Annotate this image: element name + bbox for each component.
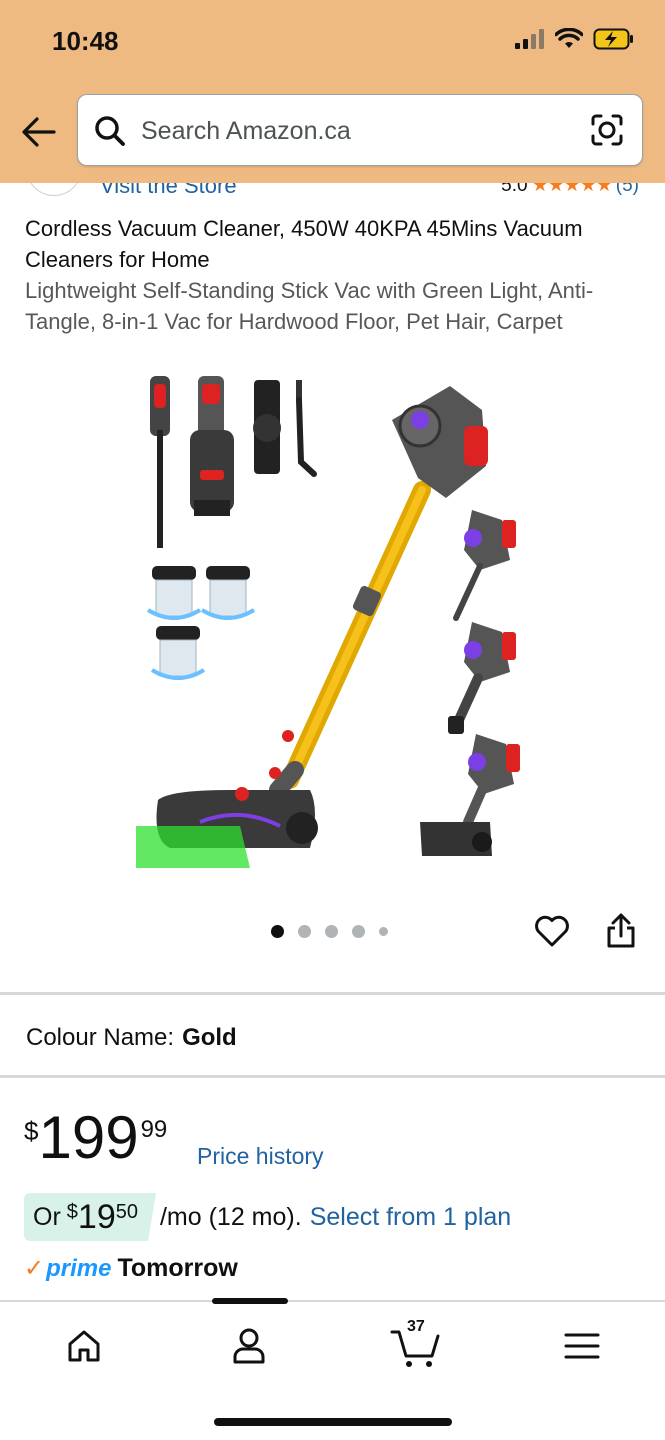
product-image[interactable] [130,370,540,870]
colour-selection: Colour Name: Gold [26,1024,237,1052]
price-currency: $ [24,1116,39,1146]
installment-prefix: Or [33,1202,61,1231]
price-history-link[interactable]: Price history [197,1143,324,1170]
status-icons [515,28,635,50]
prime-logo: prime [46,1254,112,1282]
menu-icon[interactable] [560,1324,604,1368]
prime-delivery: ✓ prime Tomorrow [24,1254,238,1283]
heart-icon[interactable] [534,914,570,948]
section-divider [0,992,665,995]
price-fraction: 99 [140,1116,168,1143]
share-icon[interactable] [605,912,637,950]
cart-count-badge: 37 [407,1318,425,1335]
prime-check-icon: ✓ [24,1255,45,1282]
carousel-dot[interactable] [379,927,388,936]
nav-active-indicator [212,1298,288,1304]
vacuum-brush-mode-image [448,622,516,734]
filter-images [146,566,256,680]
installment-badge: Or $ 19 50 [24,1193,156,1241]
brush-tool-image [190,376,234,516]
colour-label: Colour Name: [26,1024,175,1051]
section-divider [0,1075,665,1078]
price: $ 199 99 [24,1108,167,1168]
account-icon[interactable] [227,1324,271,1368]
price-whole: 199 [38,1104,139,1171]
search-input[interactable]: Search Amazon.ca [77,94,643,166]
crevice-tool-image [150,376,170,548]
bottom-navigation: 37 [0,1298,665,1440]
select-plan-link[interactable]: Select from 1 plan [310,1203,512,1232]
carousel-dot[interactable] [298,925,311,938]
image-carousel-dots[interactable] [271,925,388,938]
wall-mount-image [253,380,281,474]
carousel-dot[interactable] [271,925,284,938]
product-subtitle: Lightweight Self-Standing Stick Vac with… [25,278,594,334]
camera-lens-icon[interactable] [590,113,624,147]
wifi-icon [555,28,583,48]
cart-button[interactable]: 37 [390,1318,442,1368]
carousel-dot[interactable] [325,925,338,938]
installment-suffix: /mo (12 mo). [159,1202,302,1231]
delivery-day: Tomorrow [117,1254,238,1282]
vacuum-handheld-mode-image [453,510,516,621]
battery-charging-icon [593,28,633,50]
back-arrow-icon[interactable] [20,114,58,150]
status-time: 10:48 [52,26,119,56]
vacuum-floor-mode-image [420,734,520,856]
colour-value: Gold [182,1024,237,1051]
signal-icon [515,29,544,49]
carousel-dot[interactable] [352,925,365,938]
home-indicator [214,1418,452,1426]
app-header: 10:48 Search Amazon.ca [0,0,665,183]
home-icon[interactable] [62,1324,106,1368]
cleaning-brush-image [296,380,317,477]
installment-fraction: 50 [115,1201,138,1223]
installment-row: Or $ 19 50 /mo (12 mo). Select from 1 pl… [24,1193,511,1241]
installment-currency: $ [66,1201,78,1223]
installment-whole: 19 [77,1197,116,1236]
search-placeholder: Search Amazon.ca [141,117,351,145]
search-icon [95,116,125,146]
product-title: Cordless Vacuum Cleaner, 450W 40KPA 45Mi… [25,216,583,272]
